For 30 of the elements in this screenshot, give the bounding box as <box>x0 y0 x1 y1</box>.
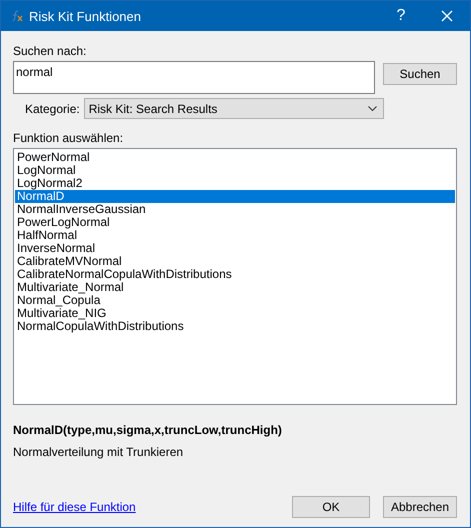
list-item[interactable]: PowerNormal <box>15 151 455 164</box>
list-item[interactable]: CalibrateNormalCopulaWithDistributions <box>15 268 455 281</box>
list-item[interactable]: InverseNormal <box>15 242 455 255</box>
search-label: Suchen nach: <box>13 44 88 58</box>
list-item[interactable]: NormalInverseGaussian <box>15 203 455 216</box>
ok-button[interactable]: OK <box>292 496 370 518</box>
function-signature: NormalD(type,mu,sigma,x,truncLow,truncHigh) <box>13 423 283 437</box>
list-item[interactable]: LogNormal <box>15 164 455 177</box>
list-item[interactable]: HalfNormal <box>15 229 455 242</box>
list-item[interactable]: LogNormal2 <box>15 177 455 190</box>
search-field[interactable]: normal <box>13 61 375 94</box>
help-button[interactable]: ? <box>378 1 424 31</box>
function-list-label: Funktion auswählen: <box>13 131 124 145</box>
help-link[interactable]: Hilfe für diese Funktion <box>13 500 284 514</box>
list-item[interactable]: PowerLogNormal <box>15 216 455 229</box>
function-icon <box>11 10 23 22</box>
search-button[interactable]: Suchen <box>383 63 457 85</box>
list-item[interactable]: CalibrateMVNormal <box>15 255 455 268</box>
list-item[interactable]: Multivariate_Normal <box>15 281 455 294</box>
category-label: Kategorie: <box>25 102 80 116</box>
category-dropdown[interactable]: Risk Kit: Search Results <box>84 98 384 119</box>
list-item[interactable]: Multivariate_NIG <box>15 307 455 320</box>
close-icon <box>441 10 453 22</box>
function-description: Normalverteilung mit Trunkieren <box>13 445 184 459</box>
window-title: Risk Kit Funktionen <box>29 8 142 24</box>
list-item[interactable]: NormalCopulaWithDistributions <box>15 320 455 333</box>
cancel-button[interactable]: Abbrechen <box>383 496 457 518</box>
list-item[interactable]: NormalD <box>15 190 455 203</box>
list-item[interactable]: Normal_Copula <box>15 294 455 307</box>
chevron-down-icon <box>368 106 377 111</box>
